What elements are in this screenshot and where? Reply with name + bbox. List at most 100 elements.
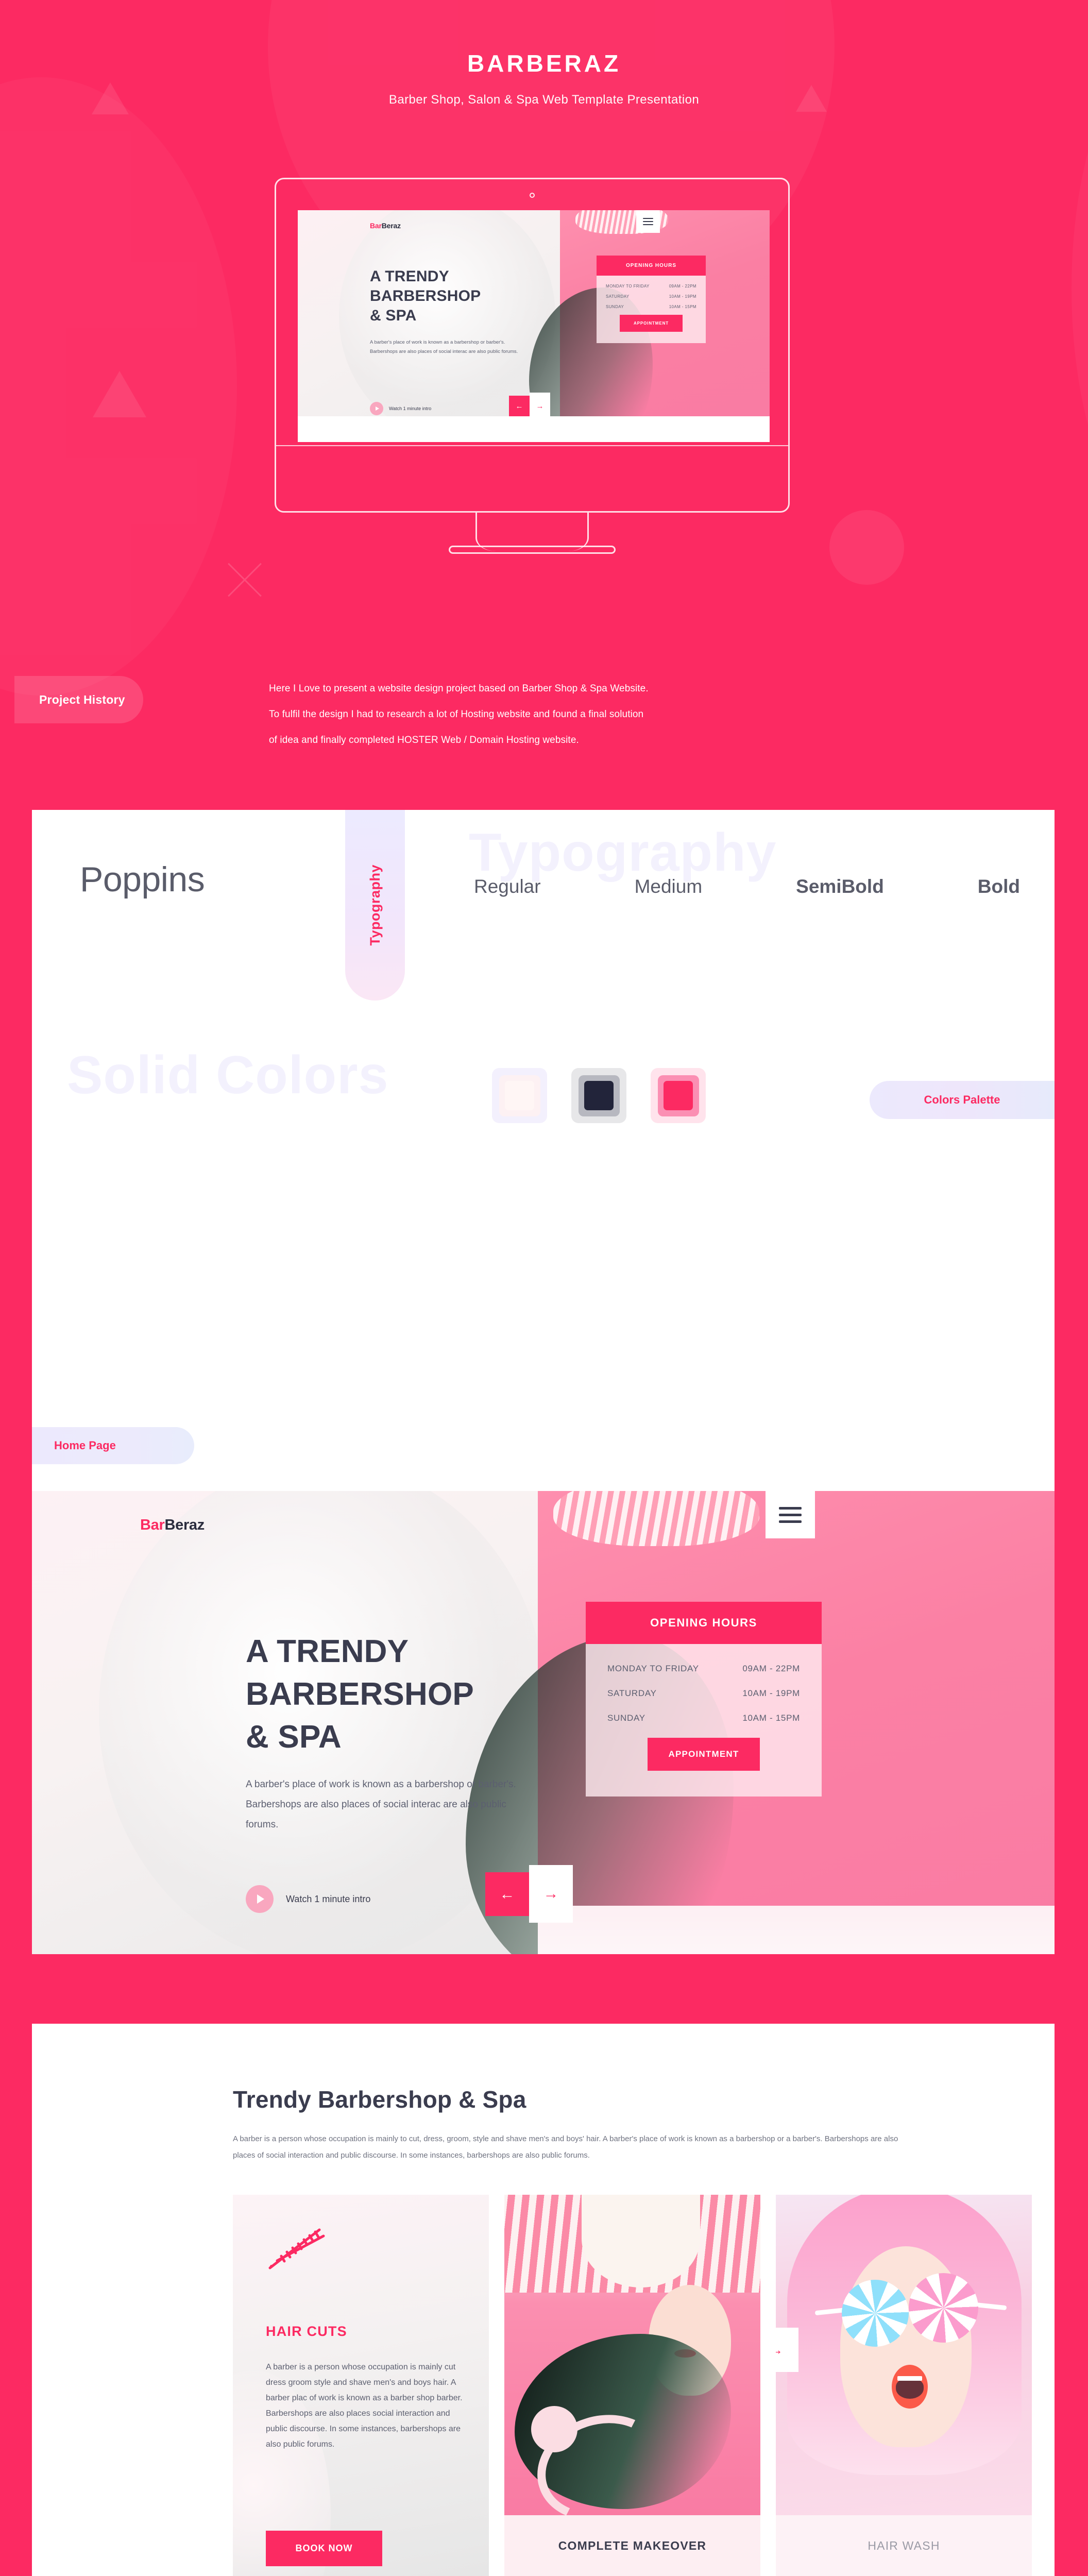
play-icon xyxy=(246,1885,274,1913)
table-row: SATURDAY 10AM - 19PM xyxy=(607,1688,800,1699)
about-services-section: Trendy Barbershop & Spa A barber is a pe… xyxy=(32,2024,1055,2576)
page-title: BARBERAZ xyxy=(467,50,621,77)
monitor-viewport: BarBeraz A TRENDY BARBERSHOP & SPA A bar… xyxy=(298,210,770,442)
solid-colors-ghost-text: Solid Colors xyxy=(67,1045,389,1105)
hours-day: MONDAY TO FRIDAY xyxy=(607,1664,699,1673)
appointment-button[interactable]: APPOINTMENT xyxy=(648,1738,760,1771)
decorative-circle-small xyxy=(829,510,904,585)
font-weight-bold: Bold xyxy=(977,876,1020,897)
mini-hours-row: SATURDAY 10AM - 19PM xyxy=(606,294,696,299)
service-title: HAIR WASH xyxy=(868,2538,940,2552)
service-caption: HAIR WASH xyxy=(776,2515,1032,2576)
hours-time: 09AM - 22PM xyxy=(742,1664,800,1673)
hero-heading-line-2: BARBERSHOP xyxy=(246,1676,474,1712)
service-card-complete-makeover[interactable]: COMPLETE MAKEOVER xyxy=(504,2195,760,2576)
watch-intro-button[interactable]: Watch 1 minute intro xyxy=(246,1885,370,1913)
lollipop-pink-icon xyxy=(909,2273,978,2343)
color-swatch-list xyxy=(492,1068,706,1123)
play-icon xyxy=(370,402,383,415)
mini-watch-intro-button[interactable]: Watch 1 minute intro xyxy=(370,402,431,415)
service-card-hair-cuts[interactable]: HAIR CUTS A barber is a person whose occ… xyxy=(233,2195,489,2576)
site-logo[interactable]: BarBeraz xyxy=(140,1517,205,1534)
typography-pill-label: Typography xyxy=(367,865,383,946)
mini-hours-day: SUNDAY xyxy=(606,304,624,309)
style-guide-panel xyxy=(32,810,1055,1491)
logo-part1: Bar xyxy=(140,1517,165,1533)
colors-palette-pill: Colors Palette xyxy=(870,1081,1055,1119)
arrow-right-icon[interactable]: → xyxy=(776,2328,798,2372)
home-page-hero-mockup: BarBeraz A TRENDY BARBERSHOP & SPA A bar… xyxy=(32,1491,1055,1954)
monitor-screen-frame: BarBeraz A TRENDY BARBERSHOP & SPA A bar… xyxy=(275,178,790,513)
typography-pill: Typography xyxy=(345,810,405,1001)
hero-heading-line-3: & SPA xyxy=(246,1719,342,1755)
hamburger-icon[interactable] xyxy=(766,1491,815,1538)
hours-time: 10AM - 19PM xyxy=(742,1688,800,1698)
mini-appointment-button[interactable]: APPOINTMENT xyxy=(620,315,683,332)
mini-opening-hours-card: OPENING HOURS MONDAY TO FRIDAY 09AM - 22… xyxy=(597,256,706,343)
webcam-icon xyxy=(530,193,535,198)
mini-opening-hours-body: MONDAY TO FRIDAY 09AM - 22PM SATURDAY 10… xyxy=(597,276,706,343)
font-weight-semibold: SemiBold xyxy=(796,876,884,897)
mini-hero-heading: A TRENDY BARBERSHOP & SPA xyxy=(370,267,481,326)
arrow-left-icon[interactable]: ← xyxy=(509,396,530,416)
mini-heading-line-3: & SPA xyxy=(370,307,417,324)
project-history-label: Project History xyxy=(39,692,125,706)
color-swatch-cream-white xyxy=(492,1068,547,1123)
arrow-left-icon[interactable]: ← xyxy=(485,1872,529,1916)
project-history-text: Here I Love to present a website design … xyxy=(269,676,918,753)
carousel-arrows: ← → xyxy=(485,1865,573,1923)
mini-hamburger-icon[interactable] xyxy=(636,210,660,233)
mini-logo-part1: Bar xyxy=(370,222,382,230)
hours-time: 10AM - 15PM xyxy=(742,1713,800,1723)
project-history-line-2: To fulfil the design I had to research a… xyxy=(269,709,644,720)
mini-hours-time: 10AM - 15PM xyxy=(669,304,696,309)
service-card-hair-wash[interactable]: → HAIR WASH xyxy=(776,2195,1032,2576)
hours-day: SUNDAY xyxy=(607,1713,645,1723)
watch-intro-label: Watch 1 minute intro xyxy=(286,1893,371,1904)
hero-heading: A TRENDY BARBERSHOP & SPA xyxy=(246,1630,474,1758)
home-page-label: Home Page xyxy=(54,1439,116,1452)
service-image-hair-wash xyxy=(776,2195,1032,2515)
hours-day: SATURDAY xyxy=(607,1688,657,1698)
opening-hours-body: MONDAY TO FRIDAY 09AM - 22PM SATURDAY 10… xyxy=(586,1644,822,1797)
comb-icon xyxy=(266,2225,328,2275)
color-swatch-dark-navy xyxy=(571,1068,626,1123)
color-swatch-brand-pink xyxy=(651,1068,706,1123)
font-family-name: Poppins xyxy=(80,860,205,899)
monitor-stand-base xyxy=(449,546,616,554)
hero-heading-line-1: A TRENDY xyxy=(246,1634,409,1669)
service-caption: COMPLETE MAKEOVER xyxy=(504,2515,760,2576)
hero-bottom-strip xyxy=(538,1906,1055,1954)
mini-logo-part2: Beraz xyxy=(381,222,401,230)
hero-paragraph: A barber's place of work is known as a b… xyxy=(246,1779,516,1830)
monitor-chin-divider xyxy=(276,445,788,446)
presentation-header: BARBERAZ Barber Shop, Salon & Spa Web Te… xyxy=(0,49,1088,107)
arrow-right-icon[interactable]: → xyxy=(529,1865,573,1923)
logo-part2: Beraz xyxy=(164,1517,205,1533)
mini-hours-row: MONDAY TO FRIDAY 09AM - 22PM xyxy=(606,284,696,289)
font-weight-list: Regular Medium SemiBold Bold xyxy=(474,876,1020,897)
service-title: HAIR CUTS xyxy=(266,2324,347,2339)
about-title: Trendy Barbershop & Spa xyxy=(233,2086,526,2113)
lollipop-blue-icon xyxy=(842,2280,909,2347)
mini-site-logo: BarBeraz xyxy=(370,222,401,230)
service-card-list: HAIR CUTS A barber is a person whose occ… xyxy=(233,2195,1032,2576)
service-description: A barber is a person whose occupation is… xyxy=(266,2363,463,2449)
mini-page-bottom-strip xyxy=(298,416,770,442)
book-now-button[interactable]: BOOK NOW xyxy=(266,2531,382,2566)
mini-hours-time: 09AM - 22PM xyxy=(669,284,696,289)
arrow-right-icon[interactable]: → xyxy=(530,393,550,419)
service-title: COMPLETE MAKEOVER xyxy=(558,2538,707,2552)
mini-watch-label: Watch 1 minute intro xyxy=(389,406,432,411)
about-paragraph: A barber is a person whose occupation is… xyxy=(233,2134,898,2160)
decorative-triangle-b xyxy=(93,371,146,417)
font-weight-regular: Regular xyxy=(474,876,541,897)
page-subtitle: Barber Shop, Salon & Spa Web Template Pr… xyxy=(388,93,700,107)
service-image-complete-makeover xyxy=(504,2195,760,2515)
mini-hero-paragraph: A barber's place of work is known as a b… xyxy=(370,340,518,354)
mini-hours-row: SUNDAY 10AM - 15PM xyxy=(606,304,696,309)
mini-hours-time: 10AM - 19PM xyxy=(669,294,696,299)
mini-hours-day: SATURDAY xyxy=(606,294,630,299)
opening-hours-title: OPENING HOURS xyxy=(586,1602,822,1644)
mini-hours-day: MONDAY TO FRIDAY xyxy=(606,284,650,289)
